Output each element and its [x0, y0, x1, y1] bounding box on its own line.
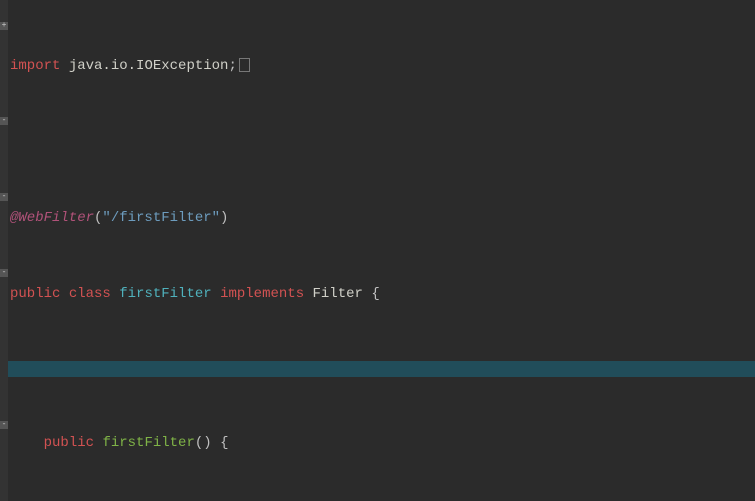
- code-line[interactable]: import java.io.IOException;: [8, 57, 755, 76]
- interface-name: Filter: [313, 286, 363, 302]
- folded-region-icon[interactable]: [239, 58, 250, 72]
- keyword-implements: implements: [220, 286, 304, 302]
- brace-open: {: [371, 286, 379, 302]
- brace-open: {: [220, 435, 228, 451]
- keyword-class: class: [69, 286, 111, 302]
- keyword-public: public: [44, 435, 94, 451]
- constructor-name: firstFilter: [102, 435, 194, 451]
- keyword-public: public: [10, 286, 60, 302]
- fold-marker-collapse-icon[interactable]: -: [0, 117, 8, 125]
- paren-close: ): [220, 210, 228, 226]
- package-path: java.io.IOException: [69, 58, 229, 74]
- code-line[interactable]: public firstFilter() {: [8, 434, 755, 453]
- code-line[interactable]: [8, 133, 755, 152]
- gutter: + - - - -: [0, 0, 8, 501]
- semicolon: ;: [228, 58, 236, 74]
- fold-marker-expand-icon[interactable]: +: [0, 22, 8, 30]
- class-name: firstFilter: [119, 286, 211, 302]
- annotation: @WebFilter: [10, 210, 94, 226]
- code-editor[interactable]: + - - - - import java.io.IOException; @W…: [0, 0, 755, 501]
- parens: (): [195, 435, 212, 451]
- code-area[interactable]: import java.io.IOException; @WebFilter("…: [8, 0, 755, 501]
- fold-marker-collapse-icon[interactable]: -: [0, 421, 8, 429]
- string-literal: "/firstFilter": [102, 210, 220, 226]
- code-line[interactable]: @WebFilter("/firstFilter"): [8, 209, 755, 228]
- current-line-highlight: [8, 361, 755, 377]
- fold-marker-collapse-icon[interactable]: -: [0, 193, 8, 201]
- code-line[interactable]: public class firstFilter implements Filt…: [8, 285, 755, 304]
- keyword-import: import: [10, 58, 60, 74]
- fold-marker-collapse-icon[interactable]: -: [0, 269, 8, 277]
